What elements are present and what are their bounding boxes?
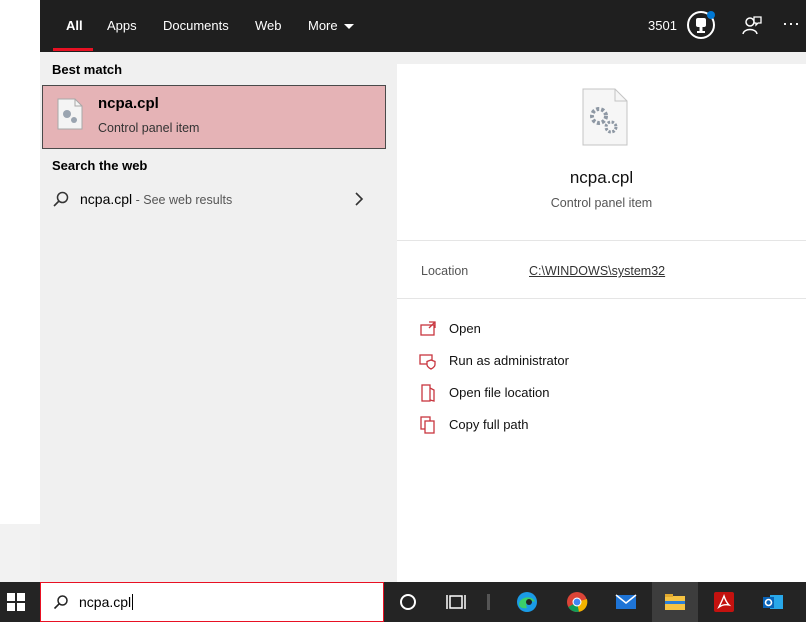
open-icon — [420, 321, 436, 336]
copy-icon — [420, 416, 435, 434]
tab-apps[interactable]: Apps — [103, 0, 141, 52]
taskbar-separator — [487, 594, 490, 610]
more-options-icon[interactable]: ⋯ — [782, 12, 806, 36]
search-value: ncpa.cpl — [79, 594, 132, 610]
details-subtitle: Control panel item — [550, 196, 653, 210]
location-label: Location — [421, 264, 469, 278]
windows-start-icon[interactable] — [6, 592, 26, 612]
rewards-points: 3501 — [648, 18, 677, 33]
rewards-icon[interactable] — [686, 10, 716, 40]
web-result-text: ncpa.cpl - See web results — [80, 191, 232, 207]
results-list: Best match ncpa.cpl Control panel item S… — [40, 52, 396, 582]
shield-icon — [419, 354, 436, 370]
mail-icon[interactable] — [614, 590, 638, 614]
folder-icon — [421, 384, 435, 402]
feedback-icon[interactable] — [740, 14, 764, 38]
edge-icon[interactable] — [515, 590, 539, 614]
tab-documents[interactable]: Documents — [159, 0, 233, 52]
best-match-title: ncpa.cpl — [98, 95, 159, 112]
acrobat-icon[interactable] — [712, 590, 736, 614]
control-panel-file-large-icon — [582, 88, 628, 146]
action-copy-full-path[interactable]: Copy full path — [419, 414, 719, 438]
text-cursor — [132, 594, 134, 610]
file-explorer-icon[interactable] — [663, 590, 687, 614]
taskbar: ncpa.cpl — [0, 582, 806, 622]
task-view-icon[interactable] — [444, 590, 468, 614]
location-link[interactable]: C:\WINDOWS\system32 — [529, 264, 665, 278]
best-match-label: Best match — [52, 62, 123, 77]
web-result-row[interactable]: ncpa.cpl - See web results — [40, 182, 396, 216]
action-open-file-location[interactable]: Open file location — [419, 382, 719, 406]
search-icon — [53, 191, 69, 207]
result-details: ncpa.cpl Control panel item Location C:\… — [397, 64, 806, 582]
web-query: ncpa.cpl — [80, 191, 133, 207]
background-window — [0, 0, 40, 582]
chrome-icon[interactable] — [565, 590, 589, 614]
active-tab-indicator — [53, 48, 93, 51]
taskbar-search-input[interactable]: ncpa.cpl — [40, 582, 384, 622]
cortana-icon[interactable] — [396, 590, 420, 614]
best-match-subtitle: Control panel item — [98, 121, 200, 135]
details-title: ncpa.cpl — [569, 168, 634, 187]
action-open[interactable]: Open — [419, 318, 719, 342]
divider — [397, 240, 806, 241]
action-run-as-admin-label: Run as administrator — [449, 353, 569, 368]
tab-web[interactable]: Web — [251, 0, 286, 52]
web-suffix: - See web results — [132, 193, 233, 207]
search-web-label: Search the web — [52, 158, 148, 173]
search-text: ncpa.cpl — [79, 594, 134, 610]
action-open-label: Open — [449, 321, 481, 336]
tab-more[interactable]: More — [304, 0, 358, 52]
search-icon — [53, 595, 68, 610]
chevron-down-icon — [343, 24, 354, 30]
chevron-right-icon[interactable] — [354, 192, 364, 206]
action-copy-full-path-label: Copy full path — [449, 417, 529, 432]
action-run-as-admin[interactable]: Run as administrator — [419, 350, 719, 374]
control-panel-file-icon — [57, 98, 83, 130]
outlook-icon[interactable] — [761, 590, 785, 614]
tab-more-label: More — [308, 18, 338, 33]
tab-all[interactable]: All — [62, 0, 87, 52]
divider — [397, 298, 806, 299]
background-window-lower — [0, 524, 40, 582]
action-open-file-location-label: Open file location — [449, 385, 550, 400]
best-match-result[interactable]: ncpa.cpl Control panel item — [42, 85, 386, 149]
